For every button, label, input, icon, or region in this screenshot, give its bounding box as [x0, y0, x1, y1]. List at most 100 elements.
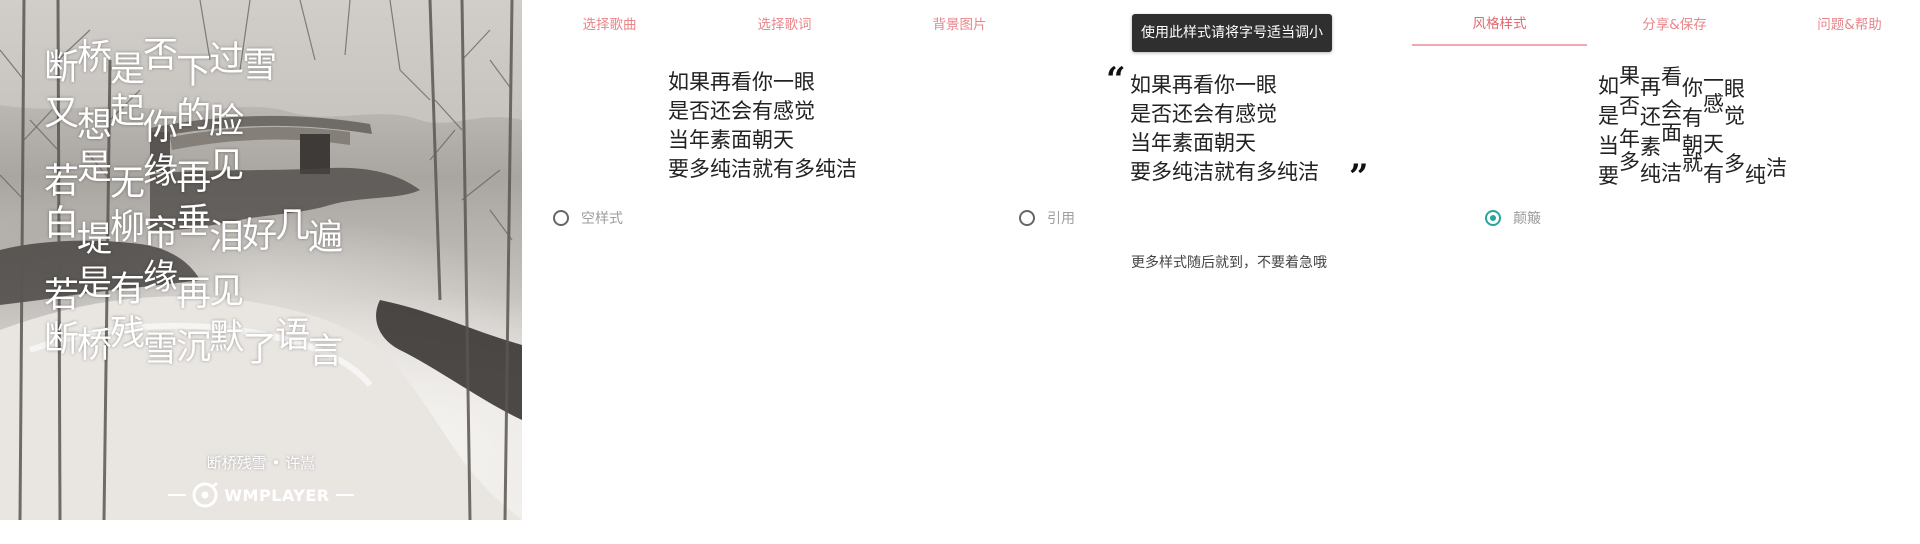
more-styles-note: 更多样式随后就到，不要着急哦 — [1131, 255, 1327, 271]
art-lyric-char: 是 — [110, 50, 146, 90]
art-lyric-char: 见 — [209, 146, 245, 186]
art-lyric-char: 是 — [77, 264, 113, 304]
brand-divider-left — [168, 494, 187, 496]
bumpy-sample-char: 否 — [1619, 94, 1640, 118]
bumpy-sample-char: 觉 — [1724, 104, 1745, 128]
art-lyric-char: 再 — [176, 158, 212, 198]
bumpy-sample-line: 是否还会有感觉 — [1598, 92, 1787, 130]
art-lyric-char: 见 — [209, 272, 245, 312]
art-lyric-char: 断 — [44, 48, 80, 88]
radio-quote-label: 引用 — [1047, 211, 1075, 227]
art-lyric-char: 沉 — [176, 328, 212, 368]
art-lyric-char: 雪 — [143, 330, 179, 370]
bumpy-sample-char: 有 — [1703, 162, 1724, 186]
art-lyric-char: 柳 — [110, 208, 146, 248]
art-lyric-char: 无 — [110, 164, 146, 204]
sample-line: 当年素面朝天 — [1130, 131, 1256, 155]
radio-plain[interactable] — [553, 210, 569, 226]
art-lyric-char: 雪 — [242, 46, 278, 86]
art-lyric-line: 断桥是否下过雪 — [44, 36, 341, 100]
bumpy-sample-char: 纯 — [1640, 162, 1661, 186]
art-lyric-char: 语 — [275, 316, 311, 356]
style-tooltip: 使用此样式请将字号适当调小 — [1132, 14, 1332, 52]
radio-quote[interactable] — [1019, 210, 1035, 226]
style-option-quote[interactable]: 引用 — [1019, 207, 1075, 229]
sample-quote-style: 如果再看你一眼 是否还会有感觉 当年素面朝天 要多纯洁就有多纯洁 — [1130, 71, 1319, 187]
art-lyric-char: 几 — [275, 206, 311, 246]
bumpy-sample-char: 再 — [1640, 75, 1661, 99]
art-lyric-char: 下 — [176, 52, 212, 92]
bumpy-sample-char: 如 — [1598, 74, 1619, 98]
lyric-card-preview: 断桥是否下过雪 又想起你的脸 若是无缘再见 白堤柳帘垂泪好几遍 若是有缘再见 断桥残雪沉默… — [0, 0, 522, 520]
art-lyric-char: 若 — [44, 276, 80, 316]
bumpy-sample-char: 多 — [1619, 150, 1640, 174]
bumpy-sample-char: 天 — [1703, 132, 1724, 156]
bumpy-sample-char: 洁 — [1766, 156, 1787, 180]
song-credit: 断桥残雪 • 许嵩 — [206, 454, 316, 472]
quote-open-mark: “ — [1106, 60, 1126, 100]
art-lyric-line: 断桥残雪沉默了语言 — [44, 314, 344, 380]
art-lyric-char: 默 — [209, 318, 245, 358]
brand-watermark: WMPLAYER — [168, 482, 354, 508]
art-lyric-char: 脸 — [209, 102, 245, 142]
art-lyric-char: 了 — [242, 330, 278, 370]
style-option-bumpy[interactable]: 颠簸 — [1485, 207, 1541, 229]
wmplayer-logo-icon — [192, 482, 219, 508]
art-lyric-char: 桥 — [77, 326, 113, 366]
tab-background-image[interactable]: 背景图片 — [872, 0, 1047, 46]
bumpy-sample-char: 看 — [1661, 65, 1682, 89]
bumpy-sample-char: 是 — [1598, 104, 1619, 128]
sample-line: 当年素面朝天 — [668, 128, 794, 152]
tab-help[interactable]: 问题&帮助 — [1762, 0, 1920, 46]
art-lyric-char: 堤 — [77, 220, 113, 260]
sample-line: 如果再看你一眼 — [1130, 73, 1277, 97]
sample-line: 如果再看你一眼 — [668, 70, 815, 94]
bumpy-sample-line: 要多纯洁就有多纯洁 — [1598, 150, 1787, 188]
art-lyric-line: 白堤柳帘垂泪好几遍 — [44, 202, 344, 268]
sample-line: 要多纯洁就有多纯洁 — [1130, 160, 1319, 184]
art-lyric-char: 断 — [44, 320, 80, 360]
tab-select-song[interactable]: 选择歌曲 — [522, 0, 697, 46]
art-lyric-char: 缘 — [143, 258, 179, 298]
art-lyric-char: 再 — [176, 274, 212, 314]
art-lyric-char: 起 — [110, 92, 146, 132]
art-lyric-char: 言 — [308, 332, 344, 372]
radio-bumpy-label: 颠簸 — [1513, 211, 1541, 227]
radio-bumpy[interactable] — [1485, 210, 1501, 226]
sample-line: 要多纯洁就有多纯洁 — [668, 157, 857, 181]
tab-share-save[interactable]: 分享&保存 — [1587, 0, 1762, 46]
art-lyric-char: 若 — [44, 162, 80, 202]
art-lyric-char: 遍 — [308, 218, 344, 258]
art-lyric-char: 好 — [242, 216, 278, 256]
art-lyric-char: 垂 — [176, 202, 212, 242]
art-lyric-char: 你 — [143, 108, 179, 148]
art-lyric-char: 桥 — [77, 38, 113, 78]
bumpy-sample-char: 果 — [1619, 64, 1640, 88]
art-lyric-char: 帘 — [143, 214, 179, 254]
style-option-plain[interactable]: 空样式 — [553, 207, 623, 229]
art-lyric-char: 想 — [77, 106, 113, 146]
bumpy-sample-char: 就 — [1682, 151, 1703, 175]
bumpy-sample-char: 纯 — [1745, 163, 1766, 187]
bumpy-sample-char: 感 — [1703, 92, 1724, 116]
sample-bumpy-style: 如果再看你一眼 是否还会有感觉 当年素面朝天 要多纯洁就有多纯洁 — [1598, 64, 1787, 188]
brand-divider-right — [335, 494, 354, 496]
tab-select-lyrics[interactable]: 选择歌词 — [697, 0, 872, 46]
art-lyric-char: 否 — [143, 36, 179, 76]
sample-line: 是否还会有感觉 — [668, 99, 815, 123]
lyrics-bumpy-art: 断桥是否下过雪 又想起你的脸 若是无缘再见 白堤柳帘垂泪好几遍 若是有缘再见 断桥残雪沉默… — [44, 36, 344, 380]
art-lyric-char: 过 — [209, 40, 245, 80]
art-lyric-char: 白 — [44, 204, 80, 244]
bumpy-sample-char: 面 — [1661, 121, 1682, 145]
sample-line: 是否还会有感觉 — [1130, 102, 1277, 126]
art-lyric-char: 的 — [176, 96, 212, 136]
bumpy-sample-char: 洁 — [1661, 161, 1682, 185]
art-lyric-char: 泪 — [209, 218, 245, 258]
art-lyric-char: 有 — [110, 270, 146, 310]
brand-name: WMPLAYER — [224, 485, 330, 505]
bumpy-sample-char: 要 — [1598, 164, 1619, 188]
bumpy-sample-char: 多 — [1724, 152, 1745, 176]
quote-close-mark: ” — [1349, 157, 1369, 197]
tab-style[interactable]: 风格样式 — [1412, 0, 1587, 46]
art-lyric-char: 缘 — [143, 152, 179, 192]
